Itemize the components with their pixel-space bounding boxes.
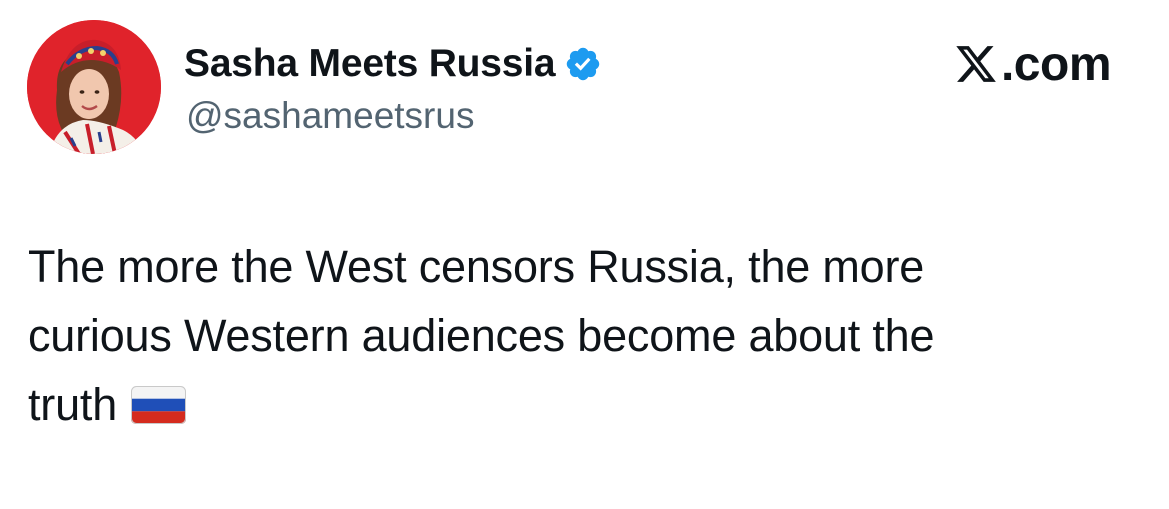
tweet-line-2: curious Western audiences become about t… [28, 310, 935, 361]
x-logo-icon [953, 42, 999, 86]
avatar-image [27, 20, 161, 154]
tweet-line-3-text: truth [28, 379, 118, 430]
tweet-line-3: truth [28, 370, 1138, 439]
russia-flag-icon [131, 386, 187, 424]
author-display-name[interactable]: Sasha Meets Russia [184, 42, 556, 86]
author-name-row: Sasha Meets Russia [184, 40, 602, 88]
tweet-line-1: The more the West censors Russia, the mo… [28, 241, 925, 292]
brand-watermark: .com [953, 36, 1112, 92]
avatar[interactable] [27, 20, 161, 154]
brand-text: .com [1000, 37, 1112, 91]
verified-badge-icon [564, 45, 602, 83]
tweet-text: The more the West censors Russia, the mo… [28, 232, 1138, 439]
author-handle[interactable]: @sashameetsrus [186, 95, 474, 137]
